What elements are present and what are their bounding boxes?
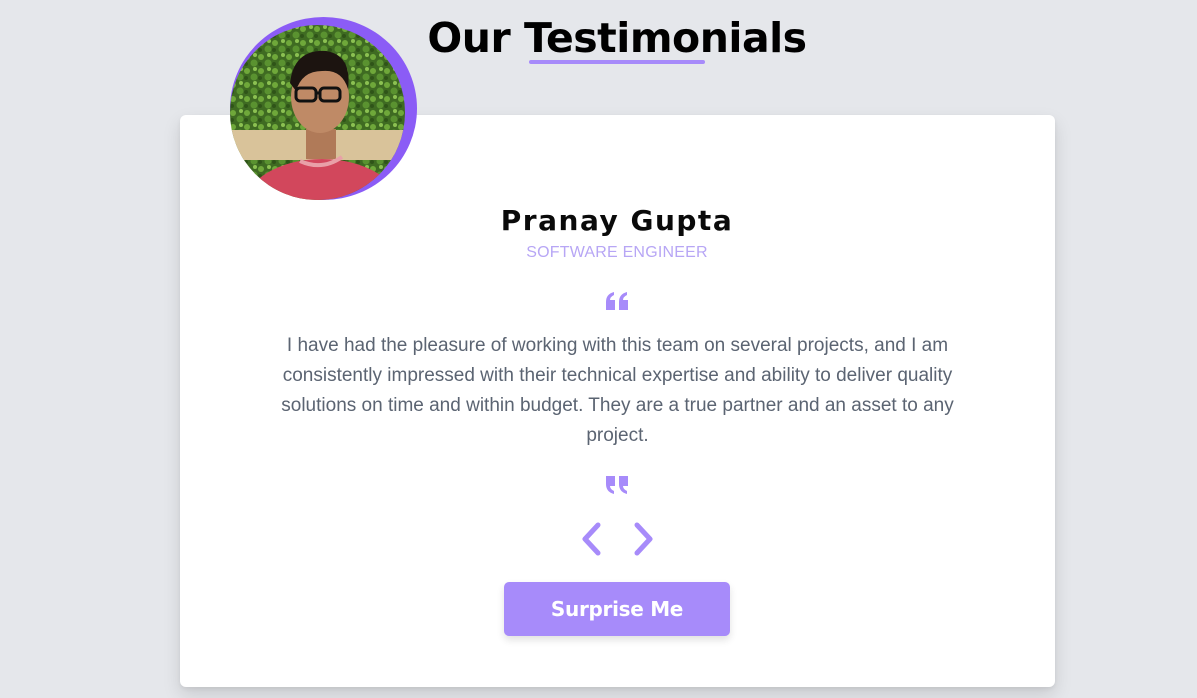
section-heading: Our Testimonials xyxy=(427,14,807,62)
quote-left-icon xyxy=(606,292,628,310)
quote-right-icon xyxy=(606,476,628,494)
person-name: Pranay Gupta xyxy=(500,204,734,237)
surprise-me-button[interactable]: Surprise Me xyxy=(504,582,730,636)
person-role: SOFTWARE ENGINEER xyxy=(526,244,708,261)
testimonials-page: Our Testimonials Pranay Gupta SOFTWARE E… xyxy=(0,0,1197,698)
chevron-right-icon[interactable] xyxy=(633,522,655,556)
testimonial-text: I have had the pleasure of working with … xyxy=(281,335,954,446)
avatar xyxy=(230,25,405,200)
chevron-left-icon[interactable] xyxy=(580,522,602,556)
heading-underline xyxy=(529,60,705,64)
